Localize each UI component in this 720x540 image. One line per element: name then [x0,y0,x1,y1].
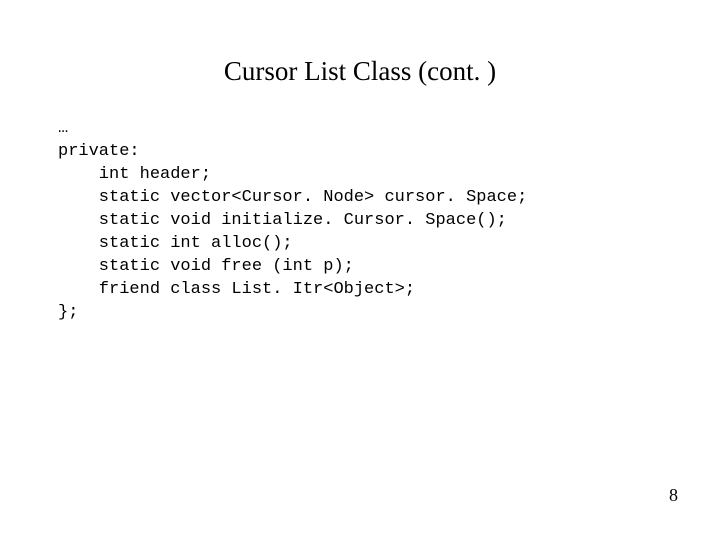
code-line: static vector<Cursor. Node> cursor. Spac… [58,188,527,207]
code-line: … [58,119,68,138]
code-line: static void initialize. Cursor. Space(); [58,211,507,230]
slide-title: Cursor List Class (cont. ) [0,56,720,87]
code-line: }; [58,303,78,322]
code-line: friend class List. Itr<Object>; [58,280,415,299]
code-line: private: [58,142,140,161]
slide: Cursor List Class (cont. ) … private: in… [0,0,720,540]
code-line: static int alloc(); [58,234,293,253]
page-number: 8 [669,485,678,506]
code-line: int header; [58,165,211,184]
code-block: … private: int header; static vector<Cur… [58,118,527,324]
code-line: static void free (int p); [58,257,354,276]
